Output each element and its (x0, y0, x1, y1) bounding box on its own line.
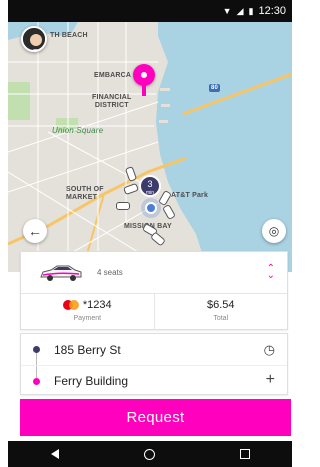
map-label-financial-district: FINANCIAL DISTRICT (92, 94, 132, 109)
origin-field[interactable]: 185 Berry St ◷ (21, 334, 287, 365)
destination-pin-stem (142, 85, 146, 96)
android-nav-bar (8, 441, 292, 467)
nav-recents-icon[interactable] (239, 449, 250, 459)
destination-field[interactable]: Ferry Building + (21, 365, 287, 396)
route-card: 185 Berry St ◷ Ferry Building + (20, 333, 288, 395)
destination-pin[interactable] (133, 64, 155, 86)
back-button[interactable]: ← (23, 219, 47, 243)
plus-icon[interactable]: + (266, 371, 275, 389)
car-icon (39, 264, 83, 282)
pickup-eta-unit: min (145, 190, 155, 196)
avatar-image (23, 28, 45, 50)
ride-card: 4 seats ⌃ ⌄ *1234 Payment $6.54 Total (20, 251, 288, 330)
battery-icon: ▮ (248, 5, 254, 16)
fare-row: *1234 Payment $6.54 Total (21, 294, 287, 330)
recenter-button[interactable]: ◎ (262, 219, 286, 243)
pickup-eta-count: 3 (147, 179, 153, 189)
destination-dot-icon (33, 377, 40, 385)
clock-icon[interactable]: ◷ (264, 342, 275, 358)
arrow-left-icon: ← (28, 223, 42, 239)
payment-method[interactable]: *1234 Payment (21, 294, 154, 330)
map-label-att-park: AT&T Park (171, 192, 209, 199)
map-label-embarcadero: EMBARCA (94, 72, 132, 79)
map-label-north-beach: TH BEACH (50, 32, 88, 39)
total-amount: $6.54 (206, 299, 235, 311)
mastercard-icon (62, 300, 79, 310)
origin-dot-icon (33, 346, 40, 353)
map-label-union-square: Union Square (52, 126, 104, 135)
payment-label: Payment (73, 315, 102, 322)
chevron-up-down-icon[interactable]: ⌃ ⌄ (267, 264, 275, 281)
map-view[interactable]: TH BEACH EMBARCA FINANCIAL DISTRICT Unio… (8, 22, 292, 272)
wifi-icon: ▼ (222, 5, 232, 16)
seat-count: 4 seats (97, 268, 123, 277)
total-label: Total (213, 315, 229, 322)
highway-80-shield: 80 (209, 84, 221, 92)
pickup-eta-marker[interactable]: 3 min (139, 175, 161, 197)
nav-back-icon[interactable] (50, 449, 59, 459)
current-location-dot (145, 202, 157, 214)
nav-home-icon[interactable] (143, 448, 155, 460)
status-time: 12:30 (258, 5, 286, 17)
crosshair-icon: ◎ (268, 224, 280, 238)
ride-type-selector[interactable]: 4 seats ⌃ ⌄ (21, 252, 287, 294)
map-label-south-of-market: SOUTH OF MARKET (66, 186, 104, 201)
status-bar: ▼ ◢ ▮ 12:30 (8, 0, 292, 22)
fare-total: $6.54 Total (153, 294, 288, 330)
origin-address: 185 Berry St (54, 342, 121, 357)
request-button[interactable]: Request (20, 399, 291, 436)
avatar[interactable] (21, 26, 47, 52)
car-marker (116, 202, 130, 210)
signal-icon: ◢ (236, 5, 244, 16)
card-number: *1234 (82, 299, 112, 311)
destination-address: Ferry Building (54, 374, 129, 388)
